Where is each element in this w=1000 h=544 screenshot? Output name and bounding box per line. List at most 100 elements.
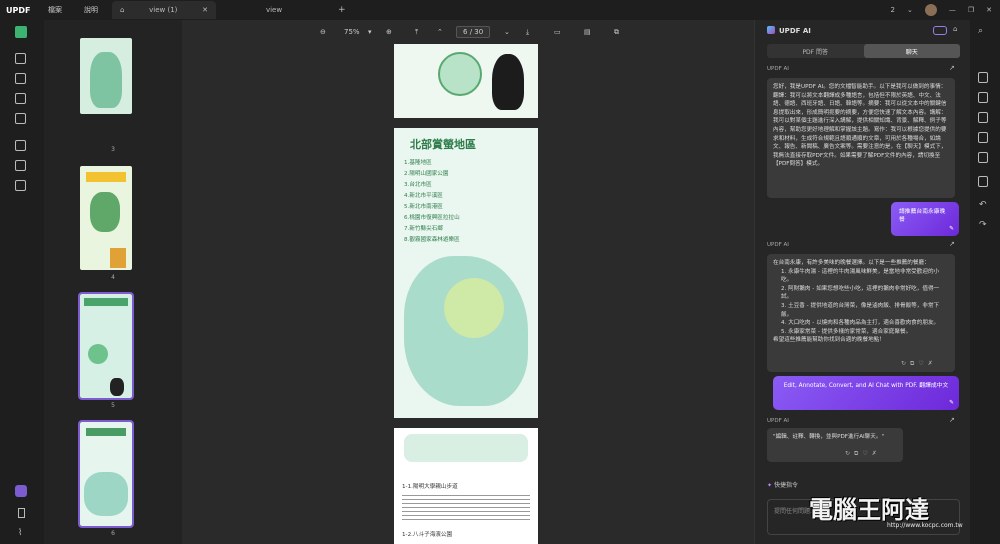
zoom-value[interactable]: 75% [344, 28, 360, 36]
page-organize-icon[interactable] [15, 93, 26, 104]
section-header-2: 1-2.八斗子海濱公園 [402, 532, 453, 538]
response-item: 2. 阿財鵝肉 - 如果您想吃些小吃，這裡的鵝肉非常好吃，值得一試。 [781, 285, 940, 301]
ai-label: UPDF AI [767, 418, 789, 424]
ai-icon[interactable] [15, 485, 27, 497]
mode-toggle-icon[interactable] [933, 26, 947, 35]
thumbnail-number: 3 [111, 146, 115, 153]
ai-label: UPDF AI [767, 242, 789, 248]
minimize-icon[interactable]: — [949, 6, 956, 14]
tab-view-label: view [265, 6, 283, 14]
thumbnail-page-4[interactable] [80, 166, 132, 270]
watermark: 電腦王阿達 [809, 496, 929, 524]
title-bar: UPDF 檔案 說明 ⌂ view (1) ✕ view + 2 ⌄ — ❐ ✕ [0, 0, 1000, 20]
like-icon[interactable]: ♡ [862, 450, 871, 457]
tab-pdf-qa[interactable]: PDF 問答 [767, 44, 864, 58]
attachment-icon[interactable]: ⌇ [18, 528, 22, 538]
like-icon[interactable]: ♡ [918, 360, 927, 367]
thumbnail-page-3[interactable] [80, 38, 132, 114]
tab-view-1-label: view (1) [149, 6, 178, 14]
close-icon[interactable]: ✕ [202, 6, 208, 14]
compare-icon[interactable]: ⧉ [614, 28, 619, 37]
prev-page-icon[interactable]: ⌃ [437, 28, 443, 36]
thumbnail-number: 4 [111, 274, 115, 281]
ai-message: 您好，我是UPDF AI。您的文檔智能助手。以下是我可以做到的事情：翻譯：我可以… [767, 78, 955, 198]
protect-icon[interactable] [15, 160, 26, 171]
layers-icon[interactable] [15, 180, 26, 191]
ai-tabs: PDF 問答 聊天 [767, 44, 960, 58]
reader-icon[interactable] [15, 26, 27, 38]
first-page-icon[interactable]: ⤒ [415, 28, 418, 37]
tab-view-1[interactable]: ⌂ view (1) ✕ [112, 1, 216, 19]
chevron-down-icon[interactable]: ⌄ [907, 6, 913, 14]
bookmark-icon[interactable] [18, 508, 25, 518]
avatar[interactable] [924, 4, 937, 16]
restore-icon[interactable]: ❐ [968, 6, 974, 14]
page-title: 北部賞螢地區 [410, 138, 476, 151]
regenerate-icon[interactable]: ↻ [901, 360, 910, 367]
list-item: 4.新北市平溪區 [404, 193, 443, 199]
thumbnail-number: 5 [111, 402, 115, 409]
document-viewer: ⊖ 75% ▾ ⊕ ⤒ ⌃ 6 / 30 ⌄ ⤓ ▭ ▤ ⧉ 北部賞螢地區 1.… [182, 20, 754, 544]
page-6: 北部賞螢地區 1.基隆地區 2.陽明山國家公園 3.台北市區 4.新北市平溪區 … [394, 128, 538, 418]
trail-illustration [404, 434, 528, 462]
page-current[interactable]: 6 [463, 28, 467, 36]
response-end: 希望這些推薦能幫助你找到合適的晚餐地點！ [773, 337, 885, 344]
external-link-icon[interactable]: ↗ [949, 64, 955, 72]
zoom-out-icon[interactable]: ⊖ [320, 28, 326, 36]
menu-file[interactable]: 檔案 [48, 5, 62, 15]
section-header: 1-1.陽明大學親山步道 [402, 484, 458, 490]
edit-icon[interactable]: ✎ [949, 399, 954, 407]
convert-icon[interactable] [978, 72, 988, 83]
right-toolbar: ⌕ ↶ ↷ [970, 20, 1000, 544]
ocr-icon[interactable] [978, 92, 988, 103]
bear-illustration [492, 54, 524, 110]
comment-icon[interactable] [15, 53, 26, 64]
tab-chat[interactable]: 聊天 [863, 44, 960, 58]
list-item: 2.陽明山國家公園 [404, 171, 449, 177]
edit-icon[interactable]: ✎ [949, 225, 954, 233]
list-item: 7.新竹縣尖石鄉 [404, 226, 443, 232]
thumbnail-page-5[interactable] [78, 292, 134, 400]
response-item: 4. 大口吃肉 - 以燒肉和各種肉品為主打，適合喜歡肉食的朋友。 [781, 320, 940, 327]
search-icon[interactable]: ⌕ [978, 26, 983, 36]
page-display-icon[interactable]: ▤ [584, 28, 591, 36]
zoom-in-icon[interactable]: ⊕ [386, 28, 392, 36]
left-toolbar: ⌇ [0, 20, 44, 544]
watermark-url: http://www.kocpc.com.tw [887, 522, 963, 529]
close-window-icon[interactable]: ✕ [986, 6, 992, 14]
edit-icon[interactable] [15, 73, 26, 84]
next-page-icon[interactable]: ⌄ [504, 28, 510, 36]
regenerate-icon[interactable]: ↻ [845, 450, 854, 457]
email-icon[interactable] [978, 152, 988, 163]
form-icon[interactable] [15, 113, 26, 124]
ai-message: 在台南永康，有許多美味的晚餐選擇。以下是一些推薦的餐廳： 1. 永康牛肉湯 - … [767, 254, 955, 372]
lock-icon[interactable]: ⌂ [953, 25, 957, 33]
presentation-icon[interactable]: ▭ [554, 28, 561, 36]
last-page-icon[interactable]: ⤓ [526, 28, 529, 37]
quick-commands-icon: ✦ [767, 482, 773, 489]
page-count-badge[interactable]: 2 [891, 6, 895, 14]
tab-view[interactable]: view [216, 1, 332, 19]
zoom-dropdown-icon[interactable]: ▾ [368, 28, 372, 36]
firefly-list: 1.基隆地區 2.陽明山國家公園 3.台北市區 4.新北市平溪區 5.新北市南港… [404, 158, 460, 246]
list-item: 1.基隆地區 [404, 160, 432, 166]
menu-help[interactable]: 說明 [84, 5, 98, 15]
external-link-icon[interactable]: ↗ [949, 240, 955, 248]
ai-label: UPDF AI [767, 66, 789, 72]
undo-icon[interactable]: ↶ [979, 200, 987, 210]
thumbnail-page-6[interactable] [78, 420, 134, 528]
dislike-icon[interactable]: ✗ [872, 450, 881, 457]
external-link-icon[interactable]: ↗ [949, 416, 955, 424]
stamp-icon[interactable] [15, 140, 26, 151]
page-number-box[interactable]: 6 / 30 [456, 26, 491, 38]
dislike-icon[interactable]: ✗ [928, 360, 937, 367]
add-tab-button[interactable]: + [338, 5, 346, 15]
updf-logo: UPDF [6, 5, 31, 15]
updf-ai-icon [767, 26, 775, 34]
share-icon[interactable] [978, 132, 988, 143]
redo-icon[interactable]: ↷ [979, 220, 987, 230]
save-icon[interactable] [978, 176, 988, 187]
quick-commands[interactable]: ✦ 快捷指令 [767, 480, 798, 489]
export-icon[interactable] [978, 112, 988, 123]
message-actions: ↻⧉♡✗ [901, 360, 937, 368]
